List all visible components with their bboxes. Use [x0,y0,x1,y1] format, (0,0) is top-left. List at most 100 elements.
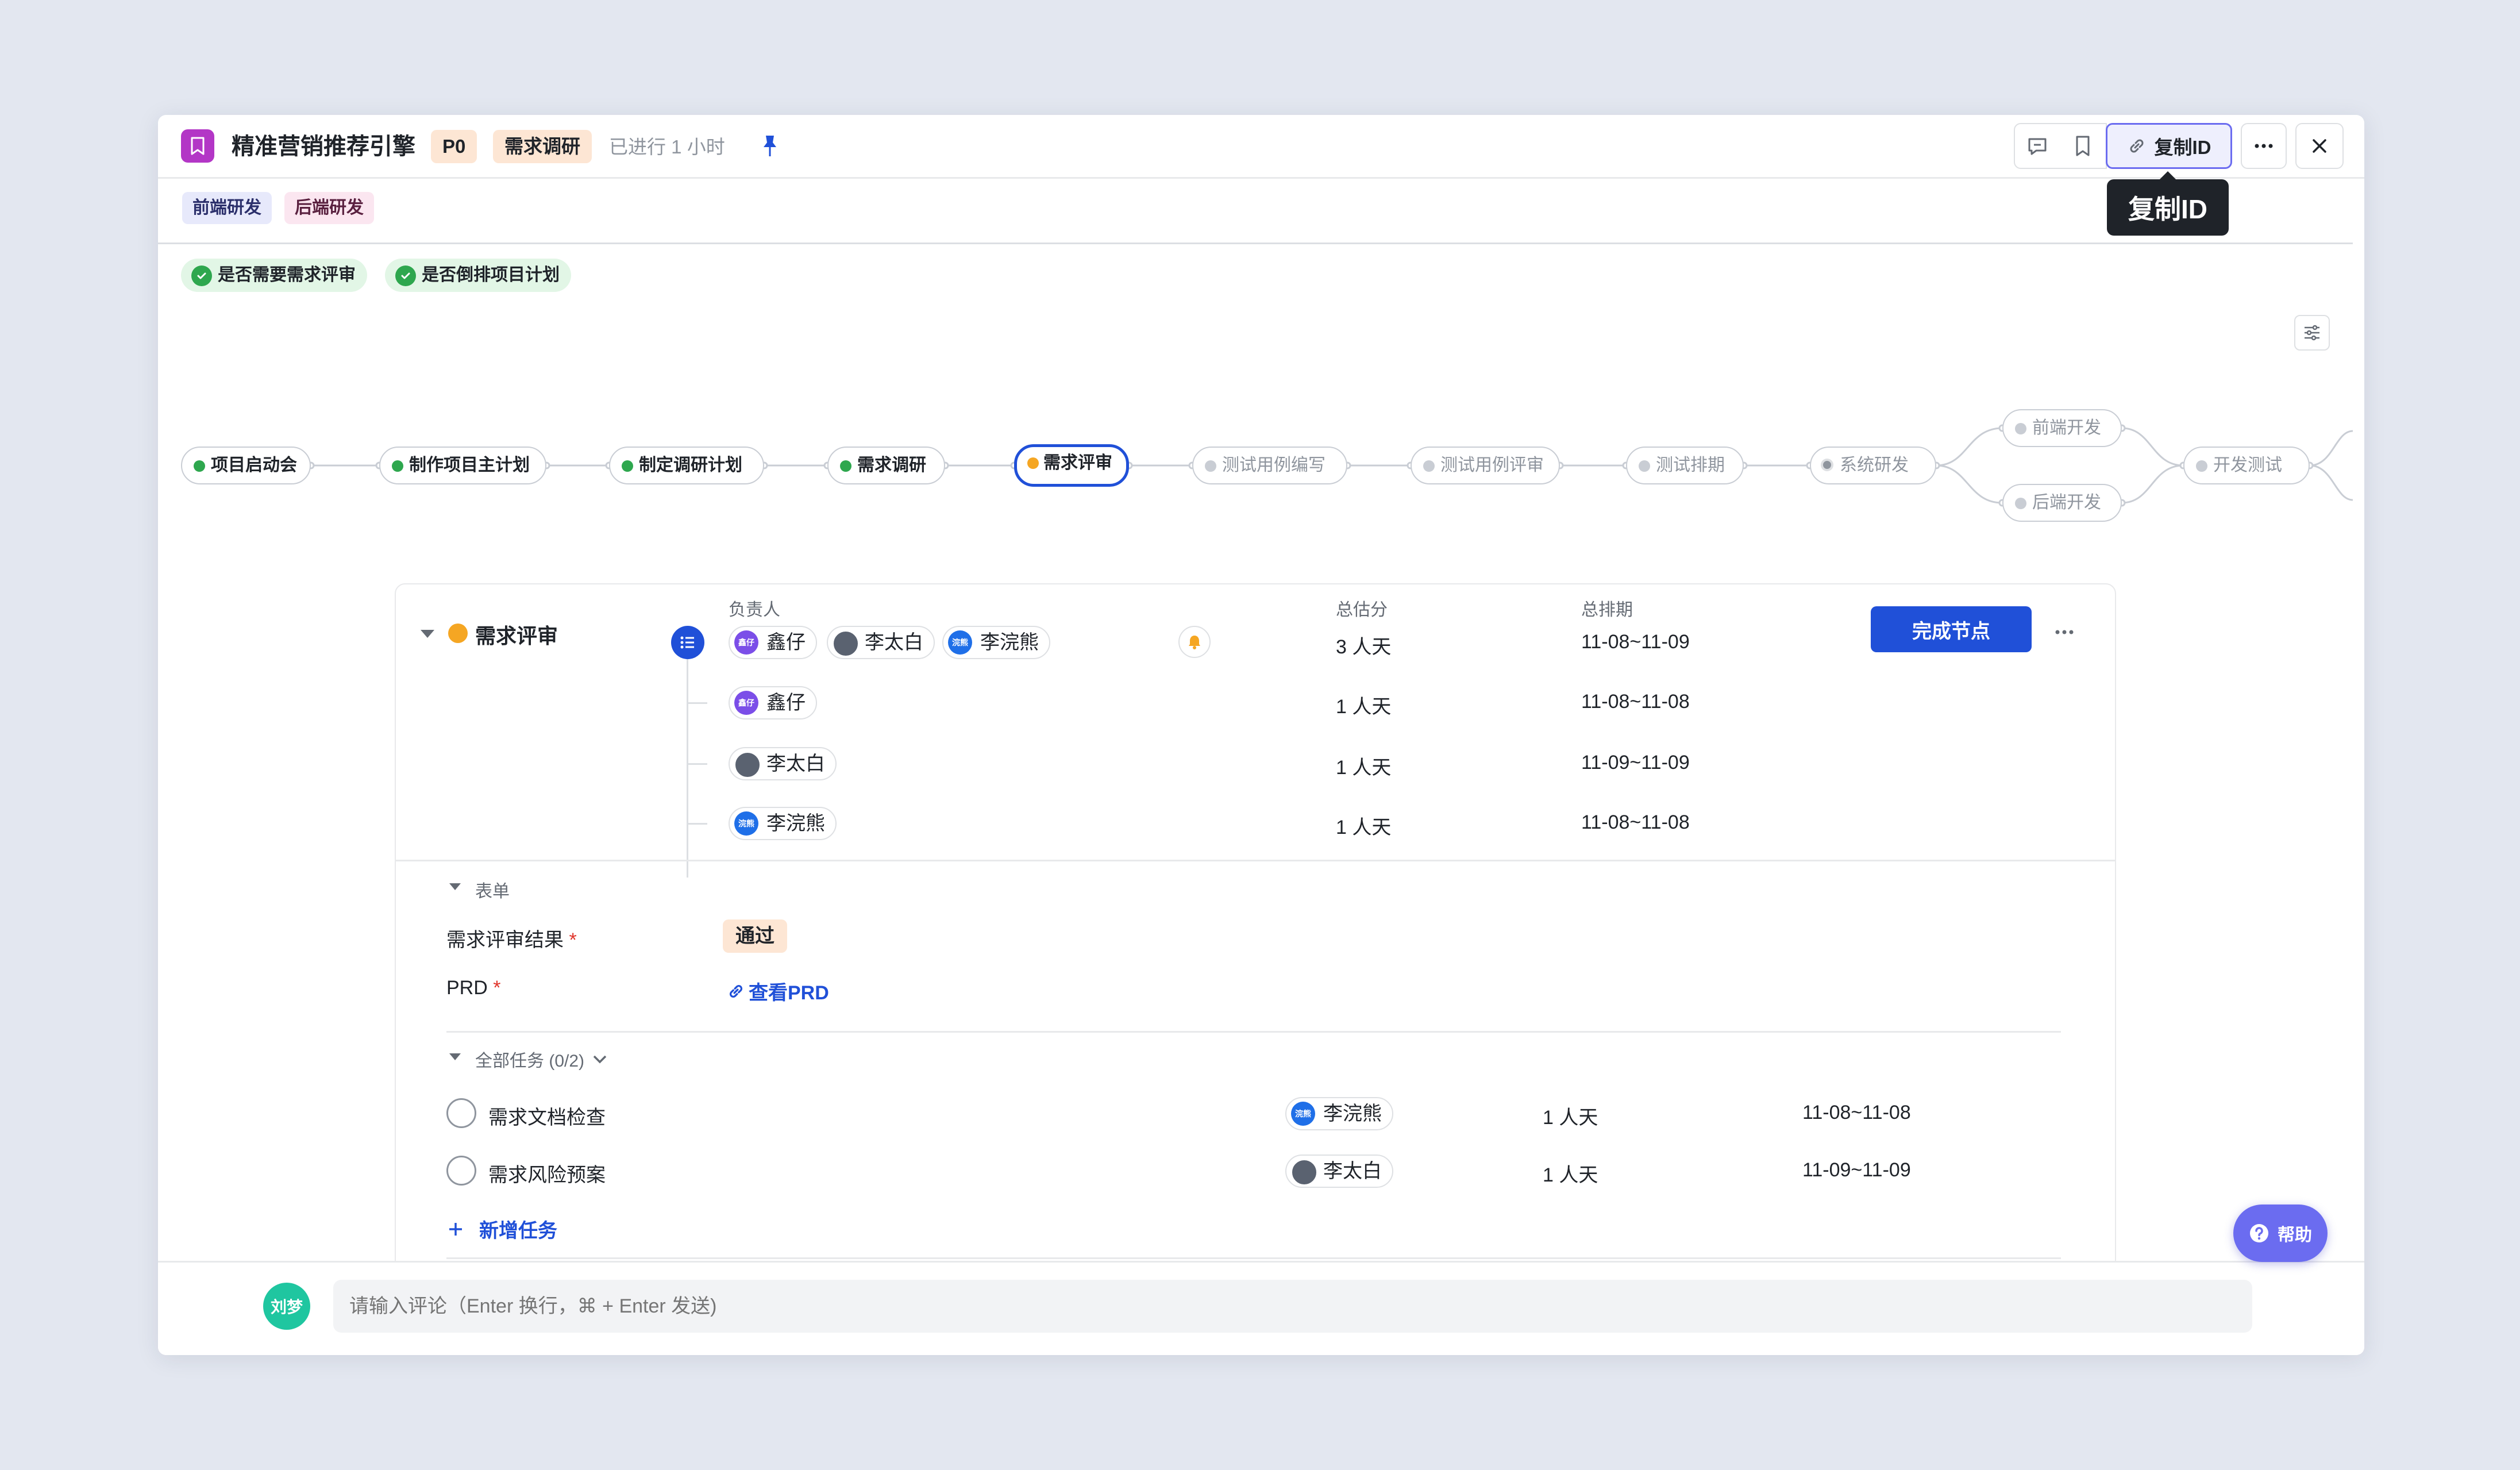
reminder-bell-button[interactable] [1178,626,1211,658]
flow-node-frontend-dev[interactable]: 前端开发 [2002,409,2122,447]
subtask-list-icon[interactable] [671,626,704,659]
tree-line [687,659,688,878]
flow-node-test-schedule[interactable]: 测试排期 [1626,447,1744,484]
task-owner-chip[interactable]: 浣熊 李浣熊 [1285,1097,1393,1130]
label-frontend[interactable]: 前端研发 [182,192,272,224]
status-dot [1639,460,1650,472]
avatar: 浣熊 [734,811,758,836]
owner-name: 李浣熊 [980,632,1039,653]
sliders-icon [2305,325,2319,341]
section-divider [396,860,2115,861]
priority-badge: P0 [431,130,477,163]
node-detail-panel [395,583,2116,1355]
check-reverse-plan[interactable]: 是否倒排项目计划 [385,259,571,292]
help-button[interactable]: 帮助 [2233,1205,2328,1262]
owner-name: 李太白 [865,632,923,653]
section-divider [446,1257,2061,1259]
page-title: 精准营销推荐引擎 [232,134,415,159]
node-label: 需求调研 [857,456,926,475]
header-divider [158,177,2364,179]
node-label: 测试排期 [1656,456,1725,475]
status-dot [1821,459,1833,471]
collapse-caret-icon[interactable] [448,1052,462,1062]
flow-node-kickoff[interactable]: 项目启动会 [181,447,311,484]
owner-chip[interactable]: 李太白 [827,626,935,659]
tasks-section-title[interactable]: 全部任务 (0/2) [475,1046,607,1072]
status-dot [194,460,205,472]
flow-node-dev-test[interactable]: 开发测试 [2183,447,2310,484]
prd-label: PRD * [446,977,501,999]
flow-node-system-dev[interactable]: 系统研发 [1810,447,1936,484]
task-name[interactable]: 需求文档检查 [488,1102,606,1130]
owner-chip[interactable]: 鑫仔 鑫仔 [729,686,817,719]
task-name[interactable]: 需求风险预案 [488,1159,606,1187]
row-schedule: 11-08~11-08 [1581,811,1690,833]
status-dot [2196,460,2207,472]
node-label: 制作项目主计划 [409,456,530,475]
prd-link[interactable]: 查看PRD [727,977,829,1005]
node-label: 项目启动会 [211,456,297,475]
chevron-down-icon [593,1055,607,1064]
check-label: 是否需要需求评审 [218,265,356,284]
node-label: 测试用例评审 [1440,456,1544,475]
flow-node-research[interactable]: 需求调研 [827,447,945,484]
owner-chip[interactable]: 鑫仔 鑫仔 [729,626,817,659]
node-more-button[interactable] [2054,621,2075,647]
review-result-value[interactable]: 通过 [723,919,787,953]
row-estimate: 1 人天 [1336,817,1392,838]
link-icon [729,984,743,998]
flow-node-backend-dev[interactable]: 后端开发 [2002,484,2122,522]
collapse-caret-icon[interactable] [448,882,462,892]
row-estimate: 1 人天 [1336,696,1392,718]
status-dot [1205,460,1216,472]
flow-settings-button[interactable] [2294,315,2330,351]
col-owner: 负责人 [729,601,780,619]
add-task-button[interactable]: 新增任务 [448,1215,557,1243]
status-dot [2015,498,2026,509]
owner-chip[interactable]: 李太白 [729,747,837,780]
pin-icon[interactable] [758,133,781,160]
node-label: 需求评审 [1043,453,1112,472]
owner-name: 李浣熊 [766,813,825,834]
task-detail-window: 精准营销推荐引擎 P0 需求调研 已进行 1 小时 复制ID 前端研发 后端研发… [158,115,2364,1355]
help-icon [2250,1224,2268,1242]
owner-name: 鑫仔 [766,692,806,714]
bell-icon [1189,636,1200,649]
task-checkbox[interactable] [446,1098,476,1128]
avatar: 浣熊 [948,630,972,655]
bookmark-outline-icon [2076,136,2090,156]
label-backend[interactable]: 后端研发 [284,192,374,224]
flow-node-review[interactable]: 需求评审 [1014,444,1129,487]
bookmark-icon [181,129,214,163]
check-need-review[interactable]: 是否需要需求评审 [181,259,367,292]
avatar [833,630,859,657]
flow-node-testcase-review[interactable]: 测试用例评审 [1411,447,1560,484]
comment-input[interactable] [333,1280,2252,1333]
favorite-button[interactable] [2060,123,2107,169]
tree-line [687,823,707,825]
complete-node-button[interactable]: 完成节点 [1871,606,2032,652]
comment-bar: 刘梦 [158,1261,2364,1355]
node-label: 前端开发 [2032,418,2101,437]
task-checkbox[interactable] [446,1156,476,1186]
owner-chip[interactable]: 浣熊 李浣熊 [729,807,837,840]
copy-id-button[interactable]: 复制ID [2106,123,2232,169]
flow-node-master-plan[interactable]: 制作项目主计划 [379,447,546,484]
flow-node-research-plan[interactable]: 制定调研计划 [609,447,764,484]
task-owner-chip[interactable]: 李太白 [1285,1155,1393,1188]
node-label: 测试用例编写 [1222,456,1325,475]
row-schedule: 11-08~11-08 [1581,691,1690,713]
row-estimate: 1 人天 [1336,757,1392,779]
status-dot [392,460,403,472]
collapse-caret-icon[interactable] [419,628,436,640]
owner-name: 鑫仔 [766,632,806,653]
more-button[interactable] [2241,123,2287,169]
stage-name: 需求评审 [475,624,558,648]
owner-chip[interactable]: 浣熊 李浣熊 [942,626,1050,659]
status-dot [622,460,633,472]
form-section-title: 表单 [475,882,510,901]
flow-node-testcase-write[interactable]: 测试用例编写 [1192,447,1347,484]
close-button[interactable] [2295,123,2344,169]
comment-history-button[interactable] [2014,123,2061,169]
check-label: 是否倒排项目计划 [422,265,560,284]
